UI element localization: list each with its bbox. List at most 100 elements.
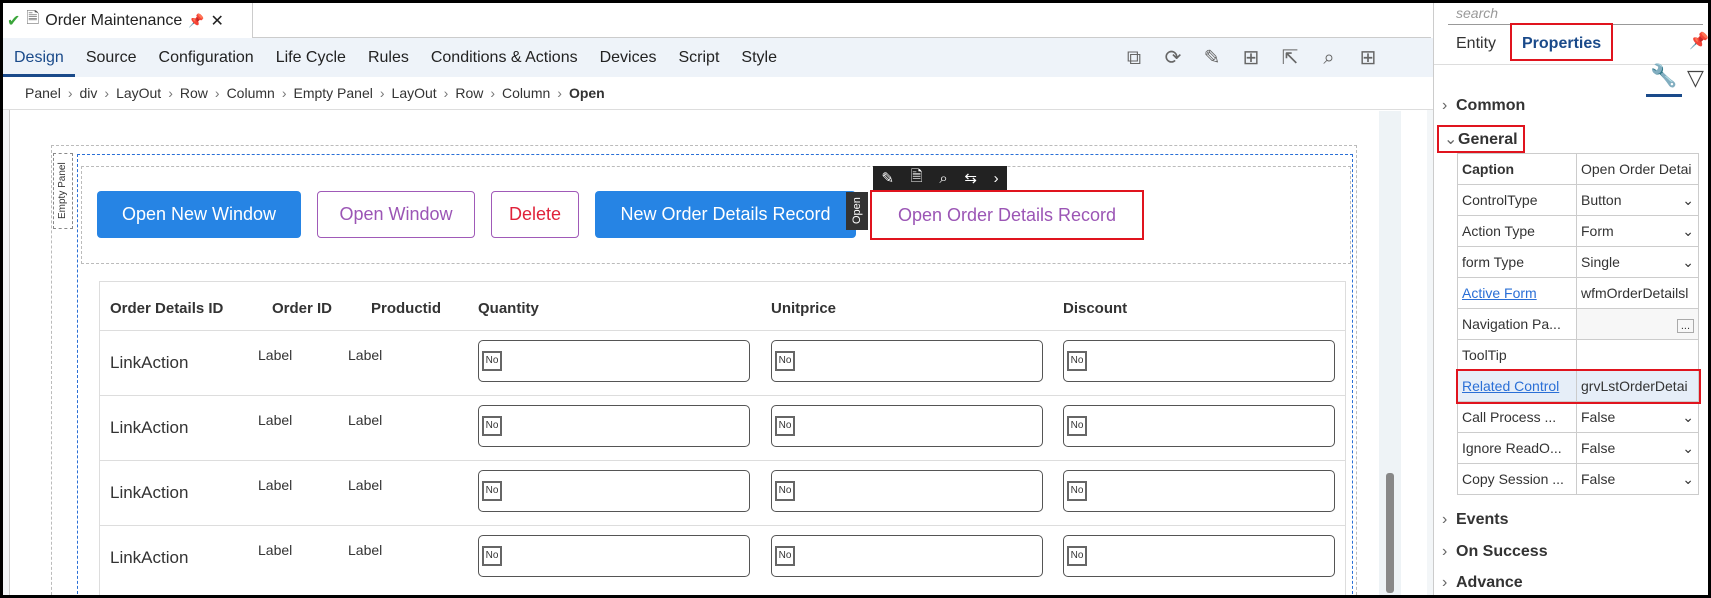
no-toggle[interactable]: No (775, 546, 795, 566)
section-events[interactable]: › Events (1442, 511, 1508, 529)
table-row: LinkAction Label Label No No No (100, 525, 1345, 590)
tab-design[interactable]: Design (3, 38, 75, 77)
no-toggle[interactable]: No (1067, 351, 1087, 371)
chevron-right-icon[interactable]: › (994, 170, 999, 187)
ellipsis-button[interactable]: ... (1676, 319, 1694, 333)
quantity-input[interactable]: No (478, 405, 750, 447)
pin-icon[interactable]: 📌 (1689, 31, 1708, 51)
property-select[interactable]: False ⌄ (1581, 409, 1694, 426)
unitprice-input[interactable]: No (771, 470, 1043, 512)
scrollbar-thumb[interactable] (1386, 473, 1394, 593)
tab-style[interactable]: Style (730, 38, 788, 77)
property-select[interactable]: False ⌄ (1581, 471, 1694, 488)
unitprice-input[interactable]: No (771, 405, 1043, 447)
no-toggle[interactable]: No (482, 351, 502, 371)
delete-button[interactable]: Delete (491, 191, 579, 238)
property-select[interactable]: Button ⌄ (1581, 192, 1694, 209)
product-label: Label (348, 477, 383, 493)
link-action[interactable]: LinkAction (110, 353, 188, 373)
breadcrumb-item[interactable]: LayOut (116, 85, 161, 101)
tab-properties[interactable]: Properties (1510, 23, 1614, 61)
close-icon[interactable]: ✕ (210, 11, 223, 31)
breadcrumb-item[interactable]: Row (180, 85, 208, 101)
open-new-window-button[interactable]: Open New Window (97, 191, 301, 238)
property-select[interactable]: Form ⌄ (1581, 223, 1694, 240)
unitprice-input[interactable]: No (771, 535, 1043, 577)
search-icon[interactable]: ⌕ (939, 170, 947, 187)
tab-source[interactable]: Source (75, 38, 148, 77)
no-toggle[interactable]: No (1067, 481, 1087, 501)
external-link-icon[interactable]: ⇱ (1279, 47, 1301, 69)
property-value: False (1581, 470, 1616, 487)
property-value[interactable]: Open Order Detai (1581, 161, 1692, 177)
quantity-input[interactable]: No (478, 470, 750, 512)
breadcrumb-item[interactable]: div (79, 85, 97, 101)
document-tab[interactable]: ✔ 🗎 Order Maintenance 📌 ✕ (3, 3, 253, 38)
filter-icon[interactable]: ▽ (1687, 65, 1704, 91)
edit-icon[interactable]: ✎ (881, 169, 894, 187)
no-toggle[interactable]: No (482, 481, 502, 501)
breadcrumb-item[interactable]: Row (455, 85, 483, 101)
property-select[interactable]: Single ⌄ (1581, 254, 1694, 271)
link-action[interactable]: LinkAction (110, 483, 188, 503)
tab-rules[interactable]: Rules (357, 38, 420, 77)
pin-icon[interactable]: 📌 (188, 13, 204, 29)
wrench-icon[interactable]: 🔧 (1646, 63, 1682, 97)
property-row: ControlType Button ⌄ (1457, 184, 1699, 216)
breadcrumb-item[interactable]: Open (569, 85, 605, 101)
property-select[interactable]: False ⌄ (1581, 440, 1694, 457)
section-on-success[interactable]: › On Success (1442, 543, 1548, 561)
section-advance[interactable]: › Advance (1442, 574, 1523, 592)
quantity-input[interactable]: No (478, 535, 750, 577)
no-toggle[interactable]: No (482, 546, 502, 566)
no-toggle[interactable]: No (1067, 546, 1087, 566)
breadcrumb-separator: › (557, 85, 562, 101)
new-order-details-button[interactable]: New Order Details Record (595, 191, 856, 238)
settings-file-icon[interactable]: 🗎 (911, 166, 923, 191)
search-icon[interactable]: ⌕ (1318, 47, 1340, 69)
swap-icon[interactable]: ⇆ (964, 169, 977, 187)
tab-conditions-actions[interactable]: Conditions & Actions (420, 38, 589, 77)
section-common[interactable]: › Common (1442, 97, 1525, 115)
chevron-right-icon: › (1442, 97, 1448, 114)
discount-input[interactable]: No (1063, 470, 1335, 512)
no-toggle[interactable]: No (775, 351, 795, 371)
no-toggle[interactable]: No (775, 416, 795, 436)
chevron-down-icon: ⌄ (1682, 439, 1694, 456)
search-input[interactable]: search (1448, 3, 1703, 25)
section-general[interactable]: ⌄General (1437, 125, 1525, 153)
discount-input[interactable]: No (1063, 405, 1335, 447)
discount-input[interactable]: No (1063, 340, 1335, 382)
tab-script[interactable]: Script (668, 38, 731, 77)
property-row: Navigation Pa...... (1457, 308, 1699, 340)
property-value[interactable]: grvLstOrderDetai (1581, 378, 1688, 394)
unitprice-input[interactable]: No (771, 340, 1043, 382)
no-toggle[interactable]: No (775, 481, 795, 501)
column-header: Order ID (272, 300, 333, 317)
link-action[interactable]: LinkAction (110, 418, 188, 438)
breadcrumb-item[interactable]: Empty Panel (293, 85, 372, 101)
tab-configuration[interactable]: Configuration (148, 38, 265, 77)
link-action[interactable]: LinkAction (110, 548, 188, 568)
open-window-button[interactable]: Open Window (317, 191, 475, 238)
breadcrumb-item[interactable]: LayOut (392, 85, 437, 101)
tab-entity[interactable]: Entity (1456, 35, 1496, 53)
breadcrumb-item[interactable]: Panel (25, 85, 61, 101)
breadcrumb-item[interactable]: Column (227, 85, 275, 101)
open-order-details-button[interactable]: Open Order Details Record (870, 190, 1144, 240)
add-icon[interactable]: ⊞ (1357, 47, 1379, 69)
discount-input[interactable]: No (1063, 535, 1335, 577)
hierarchy-icon[interactable]: ⧉ (1123, 47, 1145, 69)
no-toggle[interactable]: No (1067, 416, 1087, 436)
property-name[interactable]: Related Control (1462, 378, 1559, 394)
property-value[interactable]: wfmOrderDetailsl (1581, 285, 1688, 301)
refresh-icon[interactable]: ⟳ (1162, 47, 1184, 69)
layout-icon[interactable]: ⊞ (1240, 47, 1262, 69)
tab-devices[interactable]: Devices (589, 38, 668, 77)
no-toggle[interactable]: No (482, 416, 502, 436)
breadcrumb-item[interactable]: Column (502, 85, 550, 101)
property-name[interactable]: Active Form (1462, 285, 1537, 301)
pencil-icon[interactable]: ✎ (1201, 47, 1223, 69)
quantity-input[interactable]: No (478, 340, 750, 382)
tab-life-cycle[interactable]: Life Cycle (265, 38, 357, 77)
